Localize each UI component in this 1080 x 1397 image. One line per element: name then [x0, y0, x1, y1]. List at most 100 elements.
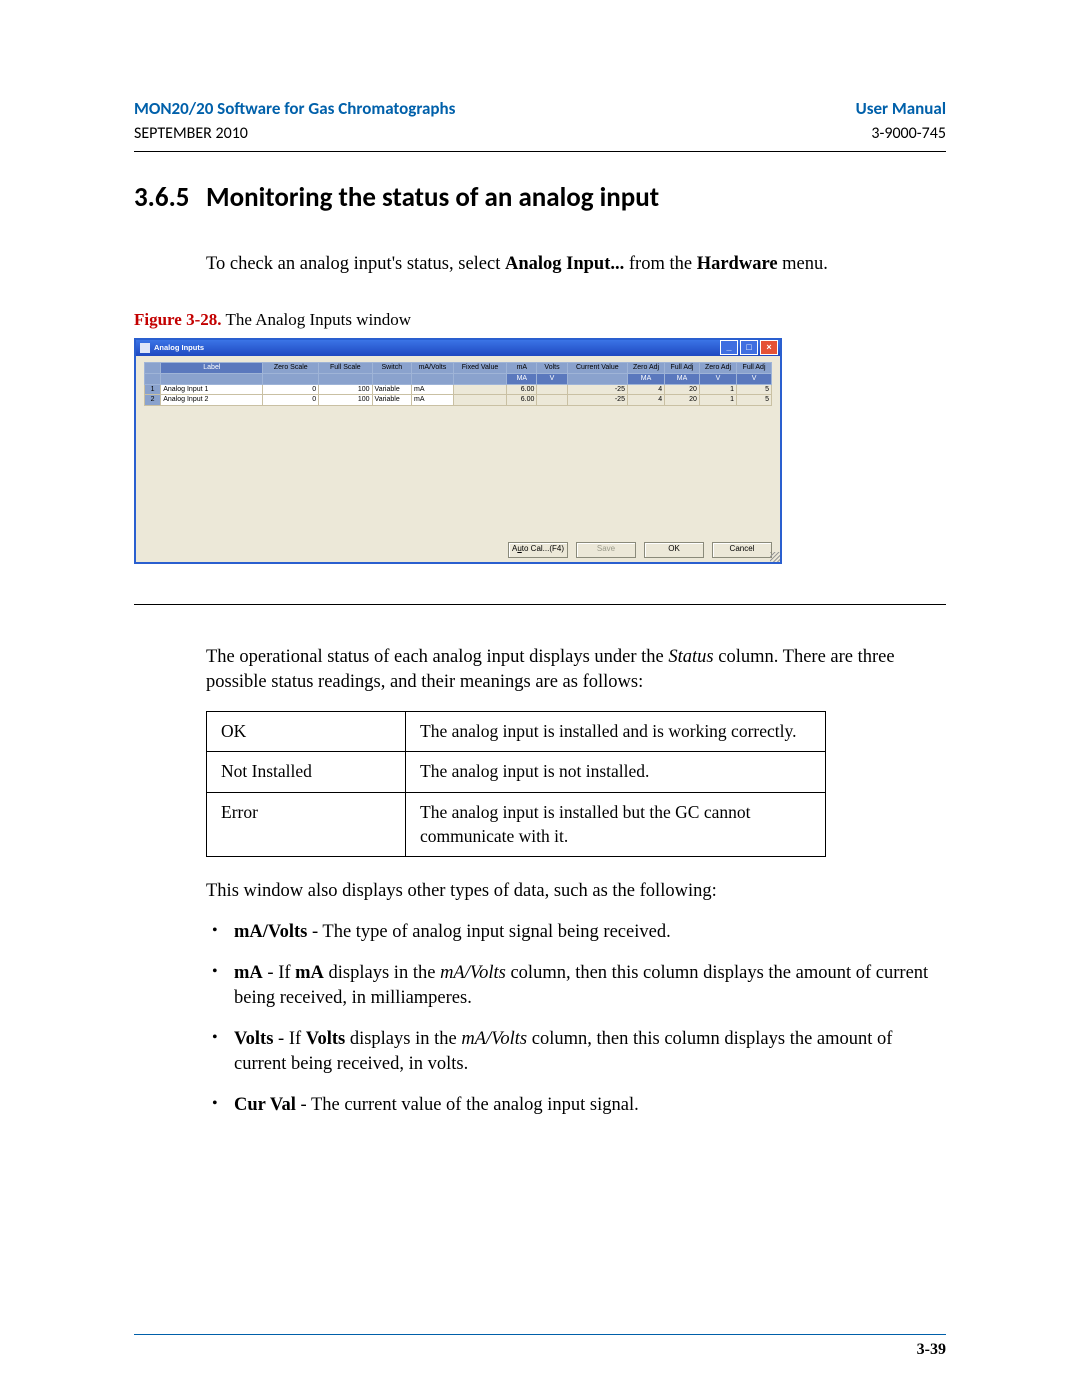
list-item: Cur Val - The current value of the analo…: [206, 1093, 946, 1118]
bullet-term: Volts: [234, 1029, 273, 1049]
col2-2: [263, 373, 319, 384]
bullet-text: - The type of analog input signal being …: [307, 922, 670, 942]
table-header-row-2: MA V MA MA V V: [145, 373, 772, 384]
bullet-text-2: displays in the: [324, 963, 440, 983]
cell-zero-scale[interactable]: 0: [263, 384, 319, 394]
cell-switch[interactable]: Variable: [372, 384, 411, 394]
col2-8: V: [537, 373, 567, 384]
status-key: Not Installed: [207, 752, 406, 793]
col-label[interactable]: Label: [161, 362, 263, 373]
col-switch[interactable]: Switch: [372, 362, 411, 373]
analog-inputs-table[interactable]: Label Zero Scale Full Scale Switch mA/Vo…: [144, 362, 772, 406]
cell-zero-adj-ma: 4: [627, 395, 664, 405]
intro-command: Analog Input...: [505, 254, 624, 274]
col2-7: MA: [507, 373, 537, 384]
maximize-button[interactable]: □: [740, 340, 758, 355]
window-body: Label Zero Scale Full Scale Switch mA/Vo…: [144, 362, 772, 538]
figure-separator-rule: [134, 604, 946, 605]
minimize-button[interactable]: _: [720, 340, 738, 355]
cell-volts: [537, 395, 567, 405]
col-zero-adj-ma[interactable]: Zero Adj: [627, 362, 664, 373]
bullet-italic: mA/Volts: [461, 1029, 527, 1049]
col-ma-volts[interactable]: mA/Volts: [412, 362, 454, 373]
col2-4: [372, 373, 411, 384]
save-button: Save: [576, 542, 636, 558]
status-section: The operational status of each analog in…: [206, 645, 946, 1118]
section-number: 3.6.5: [134, 180, 206, 216]
status-desc: The analog input is installed and is wor…: [406, 711, 826, 752]
status-key: OK: [207, 711, 406, 752]
list-item: Volts - If Volts displays in the mA/Volt…: [206, 1027, 946, 1077]
cell-full-scale[interactable]: 100: [319, 384, 372, 394]
bullet-term-2: Volts: [306, 1029, 345, 1049]
col-zero-scale[interactable]: Zero Scale: [263, 362, 319, 373]
col-volts[interactable]: Volts: [537, 362, 567, 373]
bullet-italic: mA/Volts: [440, 963, 506, 983]
col2-6: [453, 373, 506, 384]
status-desc: The analog input is not installed.: [406, 752, 826, 793]
cell-current-value: -25: [567, 395, 627, 405]
col2-12: V: [699, 373, 736, 384]
col-full-adj-ma[interactable]: Full Adj: [665, 362, 700, 373]
cell-full-adj-v: 5: [737, 384, 772, 394]
status-row: Error The analog input is installed but …: [207, 793, 826, 857]
cell-label[interactable]: Analog Input 2: [161, 395, 263, 405]
cell-zero-scale[interactable]: 0: [263, 395, 319, 405]
list-item: mA/Volts - The type of analog input sign…: [206, 920, 946, 945]
cell-label[interactable]: Analog Input 1: [161, 384, 263, 394]
col2-0: [145, 373, 161, 384]
bullet-text-2: displays in the: [345, 1029, 461, 1049]
header-sub-left: SEPTEMBER 2010: [134, 123, 248, 145]
intro-paragraph: To check an analog input's status, selec…: [206, 252, 946, 277]
app-icon: [140, 343, 150, 353]
cell-zero-adj-v: 1: [699, 384, 736, 394]
col-full-scale[interactable]: Full Scale: [319, 362, 372, 373]
figure-caption: Figure 3-28. The Analog Inputs window: [134, 309, 946, 332]
table-row[interactable]: 2 Analog Input 2 0 100 Variable mA 6.00 …: [145, 395, 772, 405]
figure-label: Figure 3-28.: [134, 310, 222, 329]
bullet-text: - If: [273, 1029, 305, 1049]
data-types-list: mA/Volts - The type of analog input sign…: [206, 920, 946, 1118]
cell-fixed: [453, 395, 506, 405]
running-subheader: SEPTEMBER 2010 3-9000-745: [134, 123, 946, 145]
col-full-adj-v[interactable]: Full Adj: [737, 362, 772, 373]
table-row[interactable]: 1 Analog Input 1 0 100 Variable mA 6.00 …: [145, 384, 772, 394]
col2-1: [161, 373, 263, 384]
cell-ma-volts[interactable]: mA: [412, 395, 454, 405]
status-paragraph: The operational status of each analog in…: [206, 645, 946, 695]
status-table: OK The analog input is installed and is …: [206, 711, 826, 858]
running-header: MON20/20 Software for Gas Chromatographs…: [134, 98, 946, 121]
window-title: Analog Inputs: [154, 343, 204, 353]
autocal-post: to Cal...(F4): [522, 544, 564, 553]
cell-zero-adj-ma: 4: [627, 384, 664, 394]
window-titlebar[interactable]: Analog Inputs _ □ ×: [136, 340, 780, 356]
status-row: OK The analog input is installed and is …: [207, 711, 826, 752]
cell-switch[interactable]: Variable: [372, 395, 411, 405]
intro-text-3: menu.: [778, 254, 828, 274]
col-current-value[interactable]: Current Value: [567, 362, 627, 373]
close-button[interactable]: ×: [760, 340, 778, 355]
col-zero-adj-v[interactable]: Zero Adj: [699, 362, 736, 373]
cell-ma: 6.00: [507, 384, 537, 394]
autocal-button[interactable]: Auto Cal...(F4): [508, 542, 568, 558]
analog-inputs-window: Analog Inputs _ □ × Label Zero Scale Ful…: [134, 338, 782, 564]
header-title-left: MON20/20 Software for Gas Chromatographs: [134, 98, 455, 121]
status-para-col: Status: [668, 647, 713, 667]
col-rownum[interactable]: [145, 362, 161, 373]
bullet-term: mA: [234, 963, 263, 983]
cell-full-scale[interactable]: 100: [319, 395, 372, 405]
col-fixed-value[interactable]: Fixed Value: [453, 362, 506, 373]
col2-10: MA: [627, 373, 664, 384]
cancel-button[interactable]: Cancel: [712, 542, 772, 558]
page-number: 3-39: [917, 1339, 946, 1361]
resize-grip-icon[interactable]: [770, 552, 780, 562]
col2-13: V: [737, 373, 772, 384]
cell-ma-volts[interactable]: mA: [412, 384, 454, 394]
other-data-paragraph: This window also displays other types of…: [206, 879, 946, 904]
status-row: Not Installed The analog input is not in…: [207, 752, 826, 793]
row-number[interactable]: 1: [145, 384, 161, 394]
ok-button[interactable]: OK: [644, 542, 704, 558]
col-ma[interactable]: mA: [507, 362, 537, 373]
row-number[interactable]: 2: [145, 395, 161, 405]
header-title-right: User Manual: [856, 98, 946, 121]
